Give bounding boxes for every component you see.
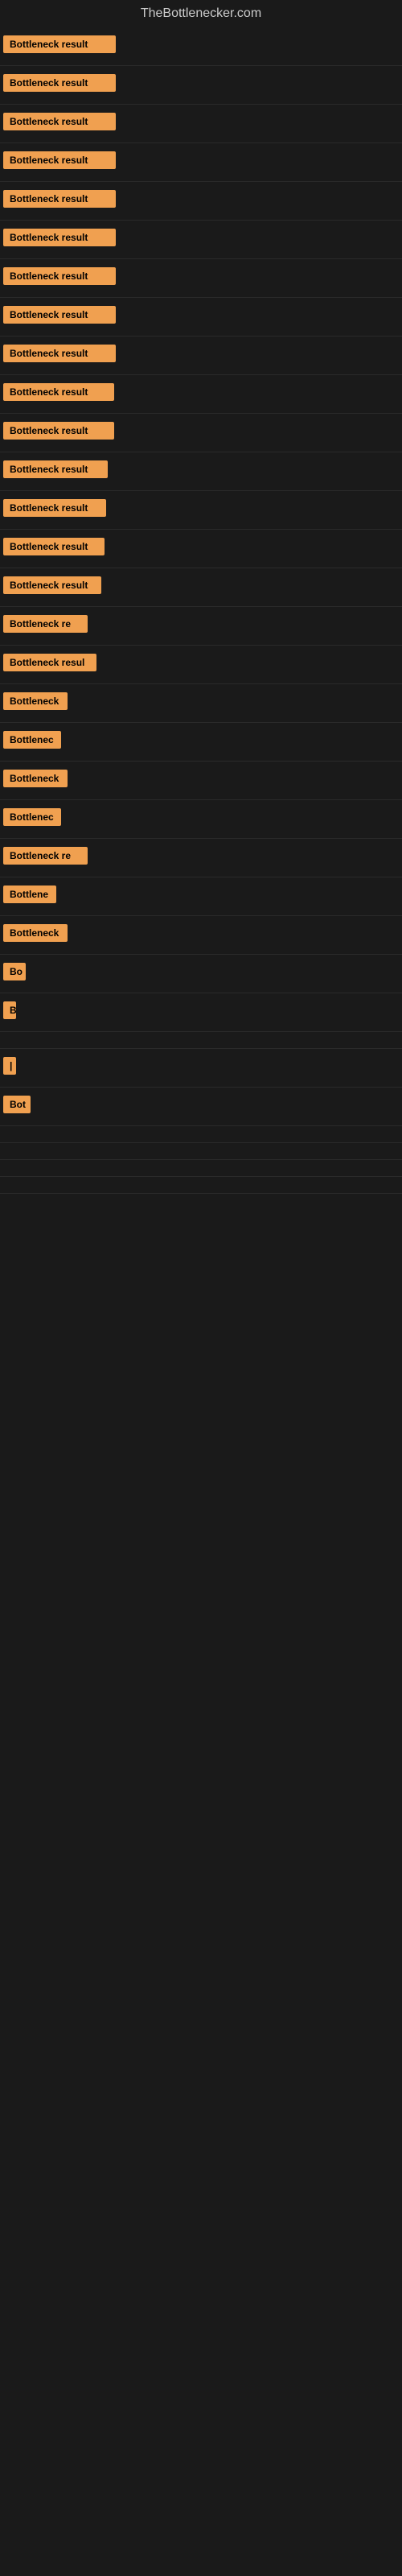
list-item: Bottleneck result bbox=[0, 530, 402, 568]
list-item: Bottleneck result bbox=[0, 568, 402, 607]
bottleneck-result-bar[interactable]: Bottleneck resul bbox=[3, 654, 96, 671]
list-item: Bottleneck result bbox=[0, 27, 402, 66]
bottleneck-result-bar[interactable]: Bottleneck re bbox=[3, 615, 88, 633]
list-item: Bottleneck result bbox=[0, 452, 402, 491]
bottleneck-result-bar[interactable]: Bottleneck result bbox=[3, 345, 116, 362]
bottleneck-result-bar[interactable]: Bottlenec bbox=[3, 731, 61, 749]
bottleneck-result-bar[interactable]: Bottleneck result bbox=[3, 538, 105, 555]
list-item: Bottleneck result bbox=[0, 105, 402, 143]
bottleneck-result-bar[interactable]: Bottleneck result bbox=[3, 74, 116, 92]
bottleneck-result-bar[interactable]: Bottleneck result bbox=[3, 151, 116, 169]
list-item bbox=[0, 1160, 402, 1177]
list-item bbox=[0, 1177, 402, 1194]
list-item: Bottleneck result bbox=[0, 336, 402, 375]
list-item: B bbox=[0, 993, 402, 1032]
list-item bbox=[0, 1032, 402, 1049]
list-item: Bottleneck result bbox=[0, 414, 402, 452]
bottleneck-result-bar[interactable]: Bottleneck result bbox=[3, 383, 114, 401]
bottleneck-result-bar[interactable]: B bbox=[3, 1001, 16, 1019]
list-item: Bottleneck result bbox=[0, 182, 402, 221]
bottleneck-result-bar[interactable]: Bottleneck result bbox=[3, 113, 116, 130]
bottleneck-result-bar[interactable]: Bottleneck result bbox=[3, 35, 116, 53]
list-item: Bottleneck result bbox=[0, 491, 402, 530]
bottleneck-result-bar[interactable]: Bottleneck bbox=[3, 770, 68, 787]
list-item: | bbox=[0, 1049, 402, 1088]
list-item: Bottlene bbox=[0, 877, 402, 916]
site-header: TheBottlenecker.com bbox=[0, 0, 402, 27]
bottleneck-result-bar[interactable]: Bottlene bbox=[3, 886, 56, 903]
bottleneck-result-bar[interactable]: Bottlenec bbox=[3, 808, 61, 826]
bottleneck-result-bar[interactable]: Bo bbox=[3, 963, 26, 980]
list-item bbox=[0, 1126, 402, 1143]
list-item: Bottleneck result bbox=[0, 259, 402, 298]
list-item: Bottleneck result bbox=[0, 143, 402, 182]
list-item: Bottleneck result bbox=[0, 298, 402, 336]
list-item bbox=[0, 1143, 402, 1160]
bottleneck-result-bar[interactable]: Bottleneck result bbox=[3, 306, 116, 324]
bottleneck-result-bar[interactable]: Bottleneck result bbox=[3, 267, 116, 285]
list-item: Bottleneck re bbox=[0, 839, 402, 877]
bottleneck-result-bar[interactable]: Bottleneck result bbox=[3, 422, 114, 440]
list-item: Bottlenec bbox=[0, 800, 402, 839]
list-item: Bo bbox=[0, 955, 402, 993]
list-item: Bottlenec bbox=[0, 723, 402, 762]
bottleneck-result-bar[interactable]: Bottleneck bbox=[3, 692, 68, 710]
rows-container: Bottleneck result Bottleneck result Bottle… bbox=[0, 27, 402, 1194]
list-item: Bottleneck resul bbox=[0, 646, 402, 684]
list-item: Bottleneck bbox=[0, 762, 402, 800]
bottleneck-result-bar[interactable]: Bottleneck result bbox=[3, 499, 106, 517]
list-item: Bottleneck result bbox=[0, 66, 402, 105]
list-item: Bottleneck result bbox=[0, 375, 402, 414]
bottleneck-result-bar[interactable]: Bottleneck re bbox=[3, 847, 88, 865]
bottleneck-result-bar[interactable]: | bbox=[3, 1057, 16, 1075]
bottleneck-result-bar[interactable]: Bottleneck result bbox=[3, 460, 108, 478]
list-item: Bottleneck re bbox=[0, 607, 402, 646]
list-item: Bot bbox=[0, 1088, 402, 1126]
bottleneck-result-bar[interactable]: Bottleneck bbox=[3, 924, 68, 942]
list-item: Bottleneck bbox=[0, 684, 402, 723]
bottleneck-result-bar[interactable]: Bottleneck result bbox=[3, 576, 101, 594]
bottleneck-result-bar[interactable]: Bot bbox=[3, 1096, 31, 1113]
bottleneck-result-bar[interactable]: Bottleneck result bbox=[3, 190, 116, 208]
bottleneck-result-bar[interactable]: Bottleneck result bbox=[3, 229, 116, 246]
site-title: TheBottlenecker.com bbox=[0, 0, 402, 27]
list-item: Bottleneck bbox=[0, 916, 402, 955]
list-item: Bottleneck result bbox=[0, 221, 402, 259]
